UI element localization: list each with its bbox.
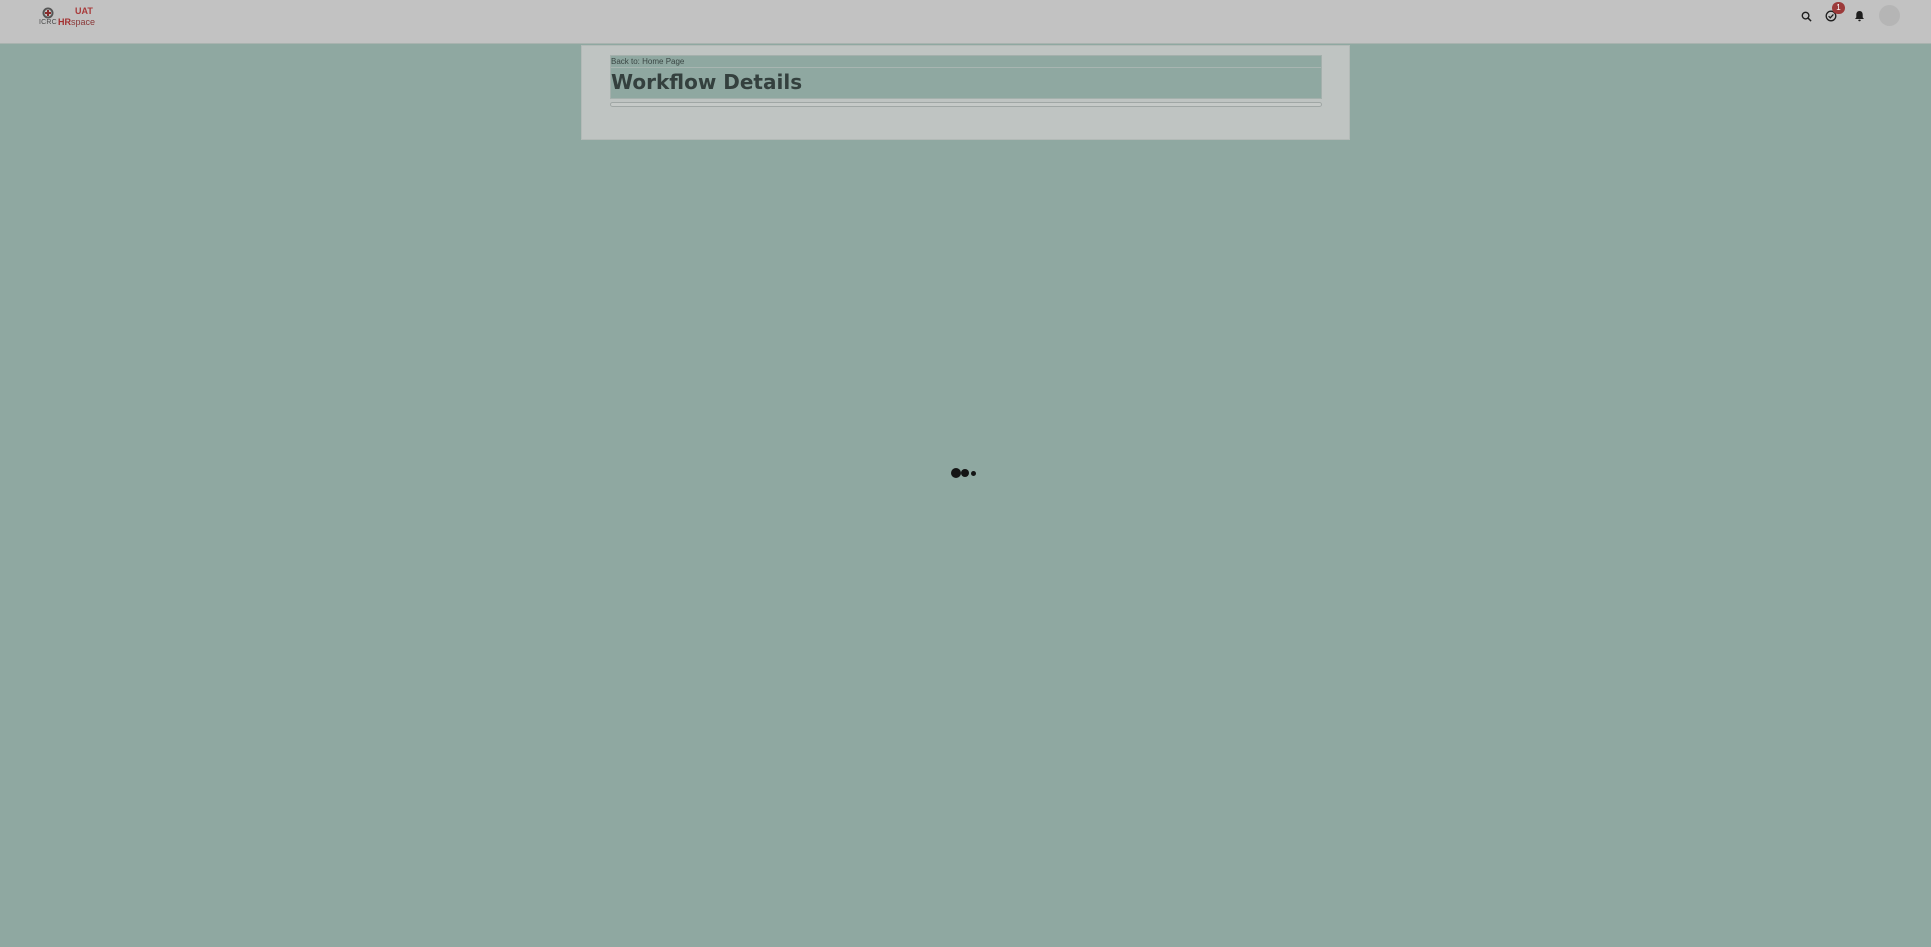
header-divider (611, 67, 1321, 68)
page-title: Workflow Details (611, 70, 803, 94)
environment-tag: UAT (75, 6, 93, 16)
loading-progress-bar (610, 102, 1322, 107)
top-navigation-bar: ICRC UAT HRspace 1 (0, 0, 1931, 44)
back-to-home-link[interactable]: Back to: Home Page (611, 57, 684, 67)
loader-dot-small (971, 471, 976, 476)
workflow-details-card: Back to: Home Page Workflow Details (581, 45, 1350, 140)
loader-dot-large (951, 468, 961, 478)
page-header: Back to: Home Page Workflow Details (610, 55, 1322, 99)
app-name-prefix: HR (58, 17, 71, 27)
app-logo[interactable]: ICRC UAT HRspace (39, 6, 95, 34)
search-icon (1801, 11, 1812, 22)
search-button[interactable] (1798, 8, 1814, 24)
tasks-count-badge: 1 (1832, 2, 1845, 14)
logo-org-text: ICRC (39, 19, 57, 26)
icrc-emblem-icon (42, 7, 54, 19)
loading-spinner (950, 467, 980, 479)
app-name-suffix: space (71, 17, 96, 27)
bell-icon (1854, 11, 1864, 22)
loader-dot-medium (961, 469, 969, 477)
notifications-button[interactable] (1851, 8, 1867, 24)
app-name: HRspace (58, 17, 95, 27)
user-avatar[interactable] (1879, 5, 1900, 26)
